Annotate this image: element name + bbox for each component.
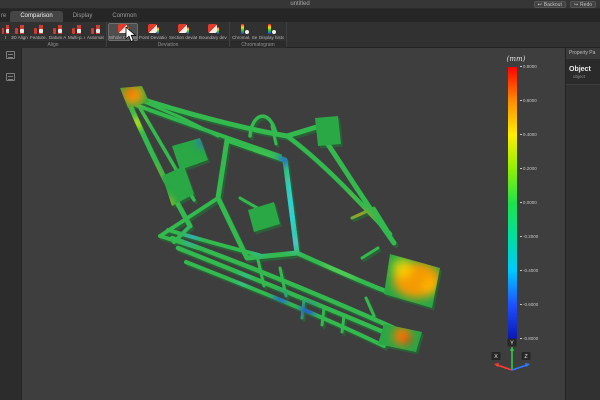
- align-button-clipped[interactable]: t: [1, 23, 10, 41]
- mouse-cursor: [125, 27, 138, 43]
- deviation-model: [22, 48, 565, 400]
- undo-label: Backout: [544, 2, 562, 8]
- feature-alignment-button[interactable]: Feature Alignment: [29, 23, 48, 41]
- boundary-deviation-button[interactable]: Boundary deviation: [198, 23, 228, 41]
- group-label-chromatogram: Chromatogram: [230, 41, 286, 48]
- alignment-icon: [32, 24, 45, 35]
- multi-points-alignment-button[interactable]: Multi-p. Alignment: [67, 23, 86, 41]
- alignment-icon: [70, 24, 83, 35]
- chromatogram-icon: [265, 24, 278, 35]
- deviation-cube-icon: [147, 24, 160, 35]
- undo-button[interactable]: ↩ Backout: [534, 1, 566, 8]
- redo-icon: ↪: [574, 2, 578, 8]
- property-panel-content: [566, 84, 600, 400]
- left-toolbar: [0, 48, 22, 400]
- colorbar-tick: 0.6000: [520, 98, 537, 103]
- coordinate-axes: Y X Z: [490, 338, 536, 380]
- tab-partial[interactable]: re: [0, 11, 10, 22]
- axis-x-label: X: [494, 354, 498, 360]
- datum-alignment-button[interactable]: Datum Alignment: [48, 23, 67, 41]
- display-histogram-button[interactable]: Display histogram: [258, 23, 285, 41]
- redo-button[interactable]: ↪ Redo: [570, 1, 596, 8]
- colorbar-tick: 0.2000: [520, 166, 537, 171]
- redo-label: Redo: [580, 2, 592, 8]
- colorbar-tick: 0.0000: [520, 200, 537, 205]
- window-title: untitled: [0, 1, 600, 7]
- alignment-icon: [1, 24, 10, 35]
- chromatogram-icon: [238, 24, 251, 35]
- tab-comparison[interactable]: Comparison: [10, 11, 62, 22]
- automatic-alignment-button[interactable]: Automatic Alignment: [86, 23, 105, 41]
- alignment-icon: [51, 24, 64, 35]
- object-title: Object: [569, 66, 600, 73]
- display-list-icon[interactable]: [6, 73, 15, 81]
- colorbar-tick: -0.4000: [520, 268, 538, 273]
- tab-display[interactable]: Display: [63, 11, 103, 22]
- ribbon: t 3D Alignment Feature Alignment Datum A…: [0, 22, 600, 48]
- alignment-icon: [13, 24, 26, 35]
- 3d-alignment-button[interactable]: 3D Alignment: [10, 23, 29, 41]
- colorbar-gradient: [508, 67, 517, 339]
- alignment-icon: [89, 24, 102, 35]
- chromatogram-setting-button[interactable]: Chromat. Setting: [231, 23, 258, 41]
- section-deviation-button[interactable]: Section deviation: [168, 23, 198, 41]
- colorbar-tick: -0.6000: [520, 302, 538, 307]
- property-panel-header: Property Pa: [566, 48, 600, 59]
- deviation-cube-icon: [207, 24, 220, 35]
- axis-y-label: Y: [510, 341, 514, 347]
- object-subtitle[interactable]: object: [573, 74, 600, 79]
- property-panel: Property Pa Object object: [565, 48, 600, 400]
- legend-unit-label: (mm): [496, 55, 536, 63]
- ribbon-group-chromatogram: Chromat. Setting Display histogram Chrom…: [230, 22, 287, 47]
- ribbon-tabs: re Comparison Display Common: [0, 9, 600, 22]
- deviation-cube-icon: [177, 24, 190, 35]
- undo-icon: ↩: [538, 2, 542, 8]
- point-deviation-button[interactable]: Point Deviation: [138, 23, 168, 41]
- ribbon-group-align: t 3D Alignment Feature Alignment Datum A…: [0, 22, 107, 47]
- tab-common[interactable]: Common: [102, 11, 146, 22]
- group-label-align: Align: [0, 41, 106, 48]
- 3d-viewport[interactable]: (mm) 0.8000 0.6000 0.4000 0.2000 0.0000 …: [22, 48, 565, 400]
- colorbar-tick: -0.2000: [520, 234, 538, 239]
- colorbar-tick: 0.4000: [520, 132, 537, 137]
- colorbar-tick: 0.8000: [520, 64, 537, 69]
- model-tree-icon[interactable]: [6, 51, 15, 59]
- title-bar: untitled ↩ Backout ↪ Redo: [0, 0, 600, 9]
